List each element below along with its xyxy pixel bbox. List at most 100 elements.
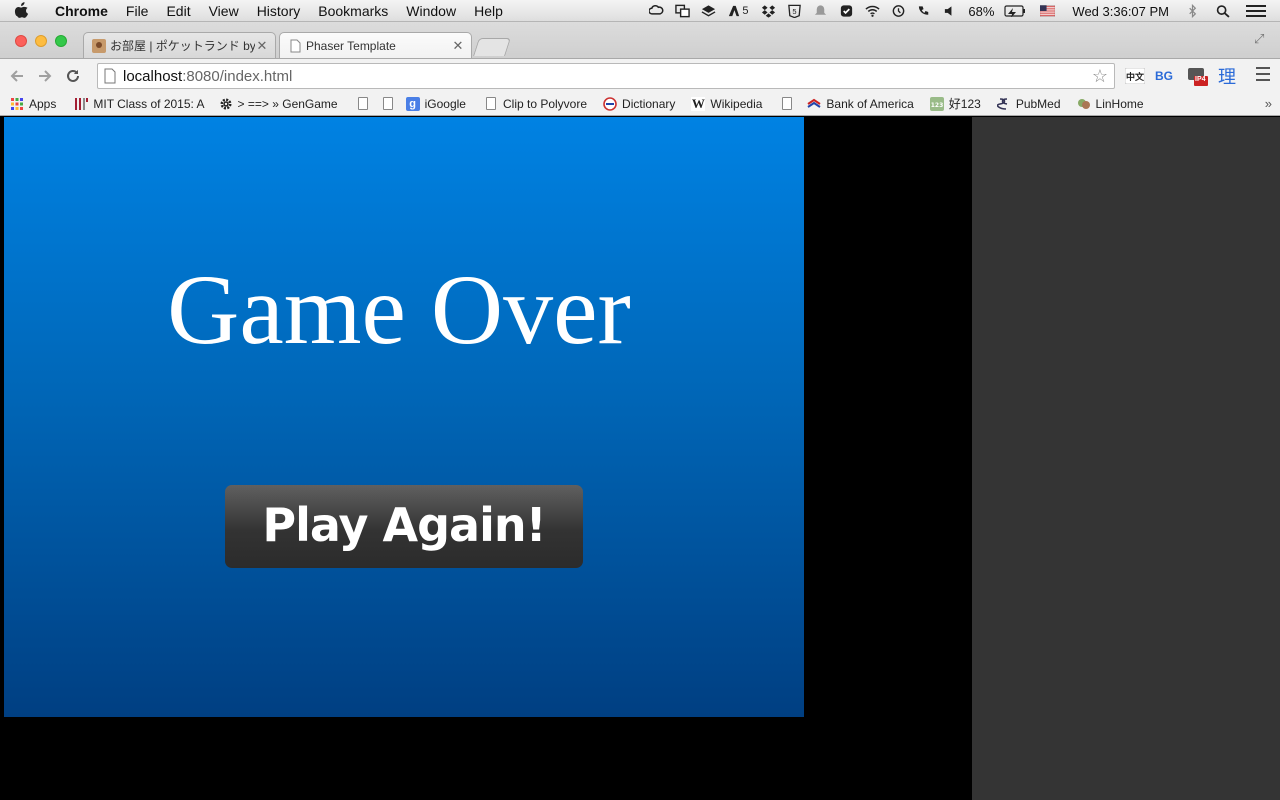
ip4-badge-label: IP4 — [1195, 76, 1206, 83]
bookmark-apps[interactable]: Apps — [10, 92, 56, 116]
bookmark-label: Apps — [29, 96, 57, 111]
menu-bookmarks[interactable]: Bookmarks — [309, 0, 397, 22]
tab-phaser-template[interactable]: Phaser Template ✕ — [279, 32, 472, 58]
adobe-badge-count: 5 — [742, 5, 749, 17]
window-minimize-button[interactable] — [35, 35, 47, 47]
adobe-icon[interactable]: 5 — [726, 4, 750, 18]
bookmark-clip-to-polyvore[interactable]: Clip to Polyvore — [484, 92, 587, 116]
forward-button[interactable] — [34, 65, 56, 87]
tab-title: Phaser Template — [306, 38, 396, 53]
fullscreen-icon[interactable]: ⤢ — [1254, 32, 1268, 46]
chrome-menu-icon[interactable] — [1256, 67, 1270, 83]
forward-arrow-icon — [39, 69, 52, 82]
gear-icon — [219, 97, 233, 111]
bg-extension-icon[interactable]: BG — [1153, 65, 1175, 87]
volume-icon[interactable] — [942, 4, 958, 18]
back-button[interactable] — [6, 65, 28, 87]
svg-text:123: 123 — [931, 102, 944, 109]
tab-close-icon[interactable]: ✕ — [255, 38, 269, 54]
bookmarks-bar: Apps MIT Class of 2015: A > ==> » GenGam… — [0, 92, 1280, 116]
windows-icon[interactable] — [674, 4, 690, 18]
creative-cloud-icon[interactable] — [648, 4, 664, 18]
pubmed-icon — [996, 97, 1011, 111]
menu-app-chrome[interactable]: Chrome — [46, 0, 117, 22]
menu-help[interactable]: Help — [465, 0, 512, 22]
bookmark-label: MIT Class of 2015: A — [93, 96, 205, 111]
game-over-title: Game Over — [167, 254, 631, 365]
tab-close-icon[interactable]: ✕ — [451, 38, 465, 54]
notification-bell-icon[interactable] — [812, 4, 828, 18]
bookmark-untitled-3[interactable] — [780, 92, 799, 116]
menu-view[interactable]: View — [200, 0, 248, 22]
ip4-extension-icon[interactable]: IP4 — [1186, 65, 1208, 87]
reload-icon — [67, 69, 79, 82]
battery-icon[interactable] — [1004, 4, 1026, 18]
ri-extension-icon[interactable]: 理 — [1216, 65, 1238, 88]
bank-of-america-icon — [807, 97, 821, 111]
bookmark-pubmed[interactable]: PubMed — [996, 92, 1061, 116]
url-host: localhost — [123, 67, 183, 85]
bookmark-linhome[interactable]: LinHome — [1077, 92, 1144, 116]
tab-title: お部屋 | ポケットランド by… — [110, 39, 255, 53]
menu-file[interactable]: File — [117, 0, 158, 22]
menubar-clock[interactable]: Wed 3:36:07 PM — [1072, 4, 1169, 19]
wikipedia-icon: W — [691, 95, 706, 111]
apple-menu-icon[interactable] — [14, 2, 32, 20]
bluetooth-icon[interactable] — [1184, 4, 1200, 18]
battery-percentage: 68% — [968, 3, 995, 19]
bookmark-untitled-1[interactable] — [356, 92, 375, 116]
menu-bar: Chrome File Edit View History Bookmarks … — [0, 0, 1280, 22]
svg-text:5: 5 — [792, 7, 796, 16]
status-area: 5 5 68% Wed 3:36:07 PM — [643, 0, 1280, 22]
bookmark-hao123[interactable]: 123 好123 — [929, 92, 981, 116]
play-again-button[interactable]: Play Again! — [225, 485, 583, 568]
evernote-icon[interactable] — [838, 4, 854, 18]
apps-grid-icon — [10, 97, 24, 111]
time-machine-icon[interactable] — [890, 4, 906, 18]
page-icon — [104, 68, 116, 84]
bookmark-gengame[interactable]: > ==> » GenGame — [219, 92, 338, 116]
window-close-button[interactable] — [15, 35, 27, 47]
hao123-icon: 123 — [929, 96, 944, 111]
spotlight-search-icon[interactable] — [1215, 4, 1231, 18]
bookmark-dictionary[interactable]: Dictionary — [603, 92, 675, 116]
bookmark-igoogle[interactable]: g iGoogle — [405, 92, 466, 116]
window-zoom-button[interactable] — [55, 35, 67, 47]
mit-icon — [74, 97, 89, 111]
game-canvas[interactable]: Game Over Play Again! — [4, 117, 804, 717]
bookmark-label: Bank of America — [826, 96, 914, 111]
menu-history[interactable]: History — [248, 0, 310, 22]
bookmark-mit-class[interactable]: MIT Class of 2015: A — [74, 92, 205, 116]
pocket-land-favicon — [92, 38, 106, 53]
chinese-dictionary-extension-icon[interactable]: 中文 — [1124, 65, 1146, 87]
bookmark-label: iGoogle — [424, 96, 466, 111]
google-icon: g — [405, 96, 420, 111]
bookmark-wikipedia[interactable]: W Wikipedia — [691, 92, 762, 116]
url-path: :8080/index.html — [182, 67, 293, 85]
wifi-icon[interactable] — [864, 4, 880, 18]
layers-icon[interactable] — [700, 4, 716, 18]
back-arrow-icon — [10, 69, 23, 82]
page-icon — [356, 97, 370, 111]
menu-edit[interactable]: Edit — [157, 0, 199, 22]
bookmark-bank-of-america[interactable]: Bank of America — [807, 92, 914, 116]
bookmark-untitled-2[interactable] — [381, 92, 400, 116]
notification-center-icon[interactable] — [1246, 4, 1266, 18]
bookmarks-overflow-button[interactable]: » — [1265, 92, 1272, 116]
new-tab-button[interactable] — [473, 38, 511, 56]
reload-button[interactable] — [62, 65, 84, 87]
html5-icon[interactable]: 5 — [786, 4, 802, 18]
linhome-icon — [1077, 97, 1091, 111]
menu-window[interactable]: Window — [397, 0, 465, 22]
tab-pocket-land[interactable]: お部屋 | ポケットランド by… ✕ — [83, 32, 276, 58]
dropbox-icon[interactable] — [760, 4, 776, 18]
address-bar[interactable]: localhost:8080/index.html ☆ — [97, 63, 1115, 89]
page-icon — [484, 97, 498, 111]
us-flag-icon[interactable] — [1039, 4, 1055, 18]
browser-tab-strip: お部屋 | ポケットランド by… ✕ Phaser Template ✕ ⤢ — [0, 22, 1280, 58]
bookmark-label: PubMed — [1015, 96, 1061, 111]
phone-icon[interactable] — [916, 4, 932, 18]
browser-toolbar: localhost:8080/index.html ☆ 中文 BG IP4 理 — [0, 58, 1280, 92]
bookmark-star-icon[interactable]: ☆ — [1090, 66, 1110, 86]
bookmark-label: Dictionary — [622, 96, 676, 111]
